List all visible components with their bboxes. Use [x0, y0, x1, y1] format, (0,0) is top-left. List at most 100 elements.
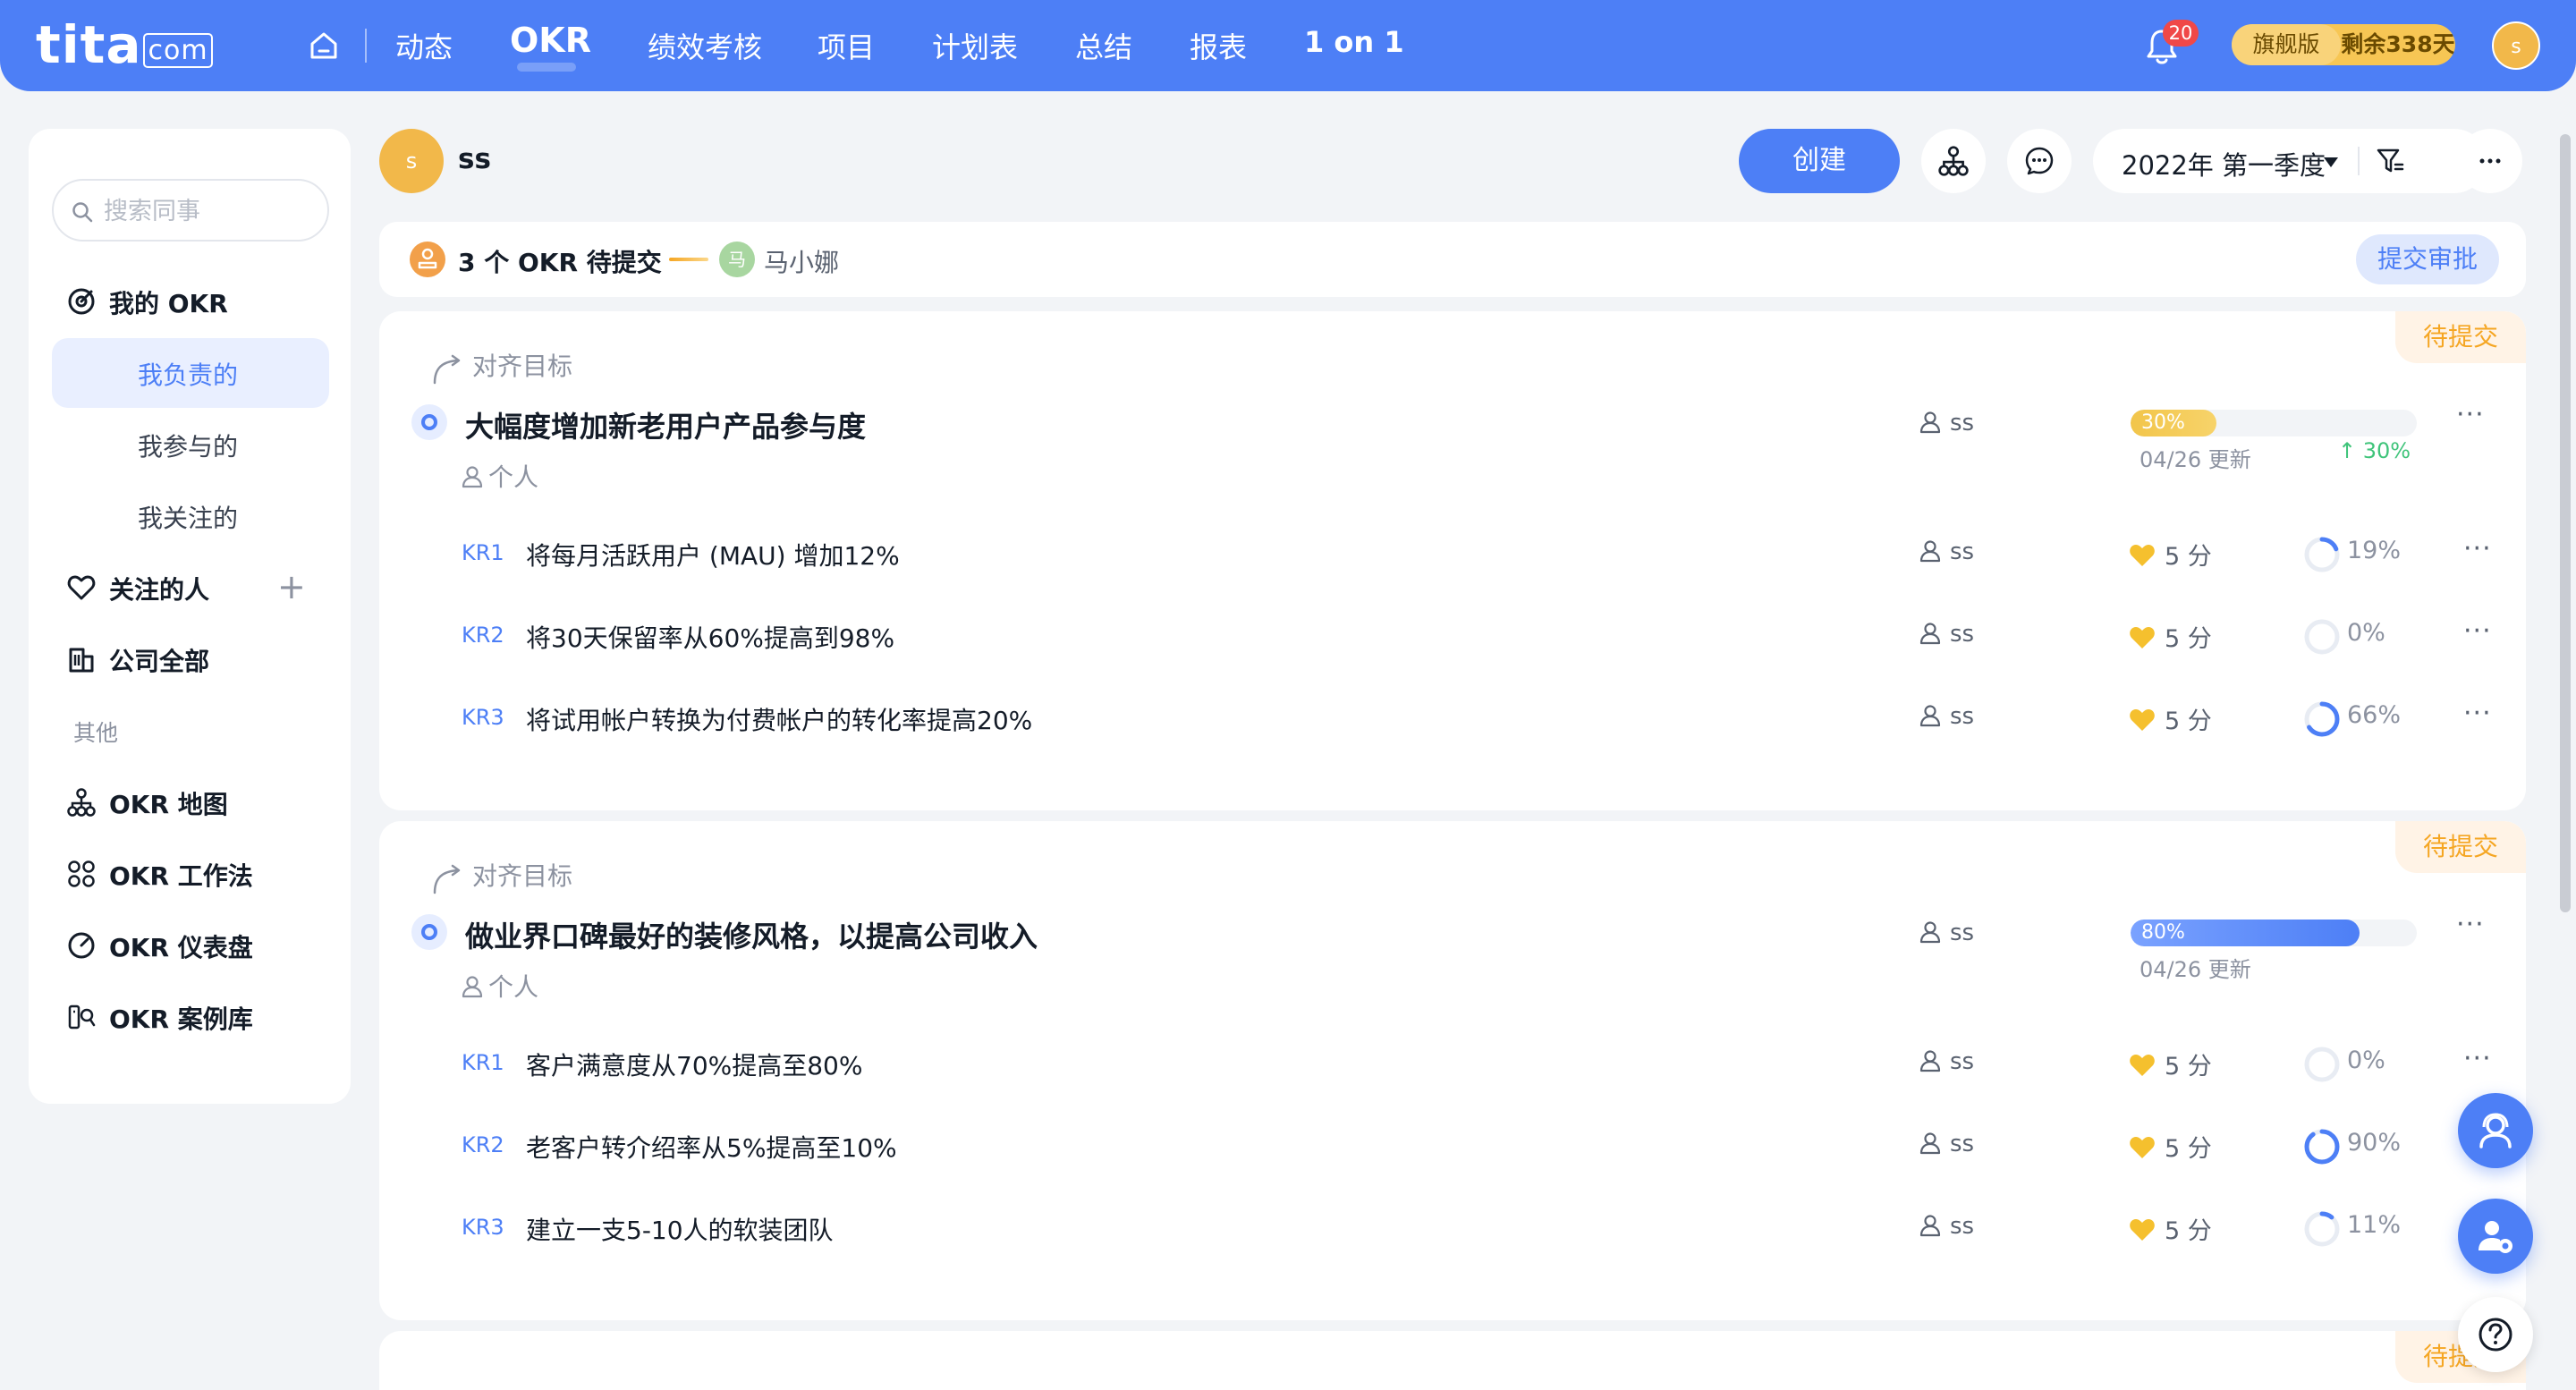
nav-projects[interactable]: 项目: [818, 25, 875, 66]
objective-title[interactable]: 做业界口碑最好的装修风格，以提高公司收入: [465, 914, 1038, 955]
kr-more-icon[interactable]: ···: [2463, 533, 2492, 564]
kr-progress-ring: [2304, 1047, 2340, 1082]
case-library-icon: [68, 1004, 96, 1030]
approver-name: 马小娜: [764, 248, 840, 277]
nav-performance[interactable]: 绩效考核: [648, 25, 762, 66]
scrollbar[interactable]: [2560, 134, 2571, 912]
key-result-row[interactable]: KR3 将试用帐户转换为付费帐户的转化率提高20% ss 5 分 66% ···: [379, 692, 2526, 746]
edition-badge[interactable]: 旗舰版 剩余338天: [2232, 24, 2455, 65]
nav-feed[interactable]: 动态: [395, 25, 453, 66]
key-result-row[interactable]: KR1 将每月活跃用户 (MAU) 增加12% ss 5 分 19% ···: [379, 528, 2526, 581]
key-result-row[interactable]: KR2 将30天保留率从60%提高到98% ss 5 分 0% ···: [379, 610, 2526, 664]
kr-more-icon[interactable]: ···: [2463, 1043, 2492, 1074]
owner-name: ss: [1950, 1131, 1975, 1157]
align-arrow-icon: [433, 354, 461, 385]
top-nav-bar: tita com 动态 OKR 绩效考核 项目 计划表 总结 报表 1 on 1 …: [0, 0, 2576, 91]
user-gear-icon: [2479, 1221, 2512, 1253]
support-button[interactable]: [2458, 1093, 2533, 1168]
okr-owner-avatar[interactable]: s: [379, 129, 444, 193]
sidebar-company-all[interactable]: 公司全部: [29, 624, 351, 694]
kr-score[interactable]: 5 分: [2129, 701, 2212, 736]
okr-card: 待提交 对齐目标 大幅度增加新老用户产品参与度 个人 ss 30% 04/26 …: [379, 311, 2526, 810]
nav-reports[interactable]: 报表: [1190, 25, 1247, 66]
owner-name: ss: [1950, 621, 1975, 648]
nav-summary[interactable]: 总结: [1075, 25, 1132, 66]
search-input[interactable]: [102, 193, 317, 229]
sidebar-okr-method[interactable]: OKR 工作法: [29, 839, 351, 909]
org-chart-button[interactable]: [1921, 129, 1986, 193]
nav-plans[interactable]: 计划表: [932, 25, 1018, 66]
flow-arrow: [669, 258, 708, 261]
user-settings-button[interactable]: [2458, 1199, 2533, 1274]
objective-title[interactable]: 大幅度增加新老用户产品参与度: [465, 404, 866, 445]
kr-more-icon[interactable]: ···: [2463, 698, 2492, 729]
objective-owner[interactable]: ss: [1919, 410, 1974, 436]
owner-name: ss: [1950, 703, 1975, 730]
help-button[interactable]: [2458, 1297, 2533, 1372]
kr-score[interactable]: 5 分: [2129, 619, 2212, 654]
kr-title[interactable]: 建立一支5-10人的软装团队: [526, 1211, 834, 1247]
kr-owner[interactable]: ss: [1919, 703, 1974, 730]
kr-percent: 11%: [2347, 1211, 2402, 1239]
sidebar-item-participating[interactable]: 我参与的: [52, 410, 351, 479]
kr-title[interactable]: 将30天保留率从60%提高到98%: [526, 619, 894, 655]
kr-title[interactable]: 客户满意度从70%提高至80%: [526, 1047, 862, 1082]
objective-type-label: 个人: [488, 972, 539, 1002]
user-avatar[interactable]: s: [2492, 21, 2540, 70]
sidebar-item-responsible[interactable]: 我负责的: [52, 338, 329, 408]
kr-tag: KR3: [462, 705, 504, 730]
kr-owner[interactable]: ss: [1919, 1131, 1974, 1157]
sidebar-item-label: 我参与的: [138, 432, 239, 462]
kr-title[interactable]: 老客户转介绍率从5%提高至10%: [526, 1129, 897, 1165]
filter-icon[interactable]: [2374, 145, 2406, 177]
objective-more-icon[interactable]: ···: [2456, 909, 2485, 940]
sidebar-item-following[interactable]: 我关注的: [52, 481, 351, 551]
kr-owner[interactable]: ss: [1919, 538, 1974, 565]
home-icon[interactable]: [307, 29, 341, 63]
tita-logo[interactable]: tita com: [36, 14, 213, 75]
objective-progress-bar: 30%: [2131, 410, 2417, 436]
create-button[interactable]: 创建: [1739, 129, 1900, 193]
more-button[interactable]: [2458, 129, 2522, 193]
sidebar-okr-map[interactable]: OKR 地图: [29, 767, 351, 837]
submit-approval-button[interactable]: 提交审批: [2356, 234, 2499, 284]
sidebar-tool-label: OKR 地图: [109, 790, 228, 819]
kr-score-value: 5 分: [2165, 1053, 2212, 1081]
kr-score[interactable]: 5 分: [2129, 1211, 2212, 1246]
key-result-row[interactable]: KR2 老客户转介绍率从5%提高至10% ss 5 分 90%: [379, 1120, 2526, 1174]
nav-one-on-one[interactable]: 1 on 1: [1304, 25, 1404, 59]
sidebar-group-others: 其他: [73, 720, 119, 746]
sidebar: 我的 OKR 我负责的 我参与的 我关注的 关注的人 + 公司全部 其他 OKR…: [29, 129, 351, 1104]
kr-owner[interactable]: ss: [1919, 1213, 1974, 1240]
objective-owner[interactable]: ss: [1919, 920, 1974, 946]
objective-more-icon[interactable]: ···: [2456, 399, 2485, 430]
okr-owner-name: ss: [458, 143, 491, 175]
status-badge: 待提交: [2395, 311, 2526, 363]
owner-name: ss: [1950, 1048, 1975, 1075]
kr-more-icon[interactable]: ···: [2463, 615, 2492, 647]
sidebar-okr-dashboard[interactable]: OKR 仪表盘: [29, 911, 351, 980]
kr-title[interactable]: 将每月活跃用户 (MAU) 增加12%: [526, 537, 900, 572]
period-select[interactable]: 2022年 第一季度: [2093, 129, 2487, 193]
sidebar-my-okr[interactable]: 我的 OKR: [29, 267, 351, 336]
kr-score[interactable]: 5 分: [2129, 1047, 2212, 1081]
kr-owner[interactable]: ss: [1919, 621, 1974, 648]
kr-owner[interactable]: ss: [1919, 1048, 1974, 1075]
add-follow-icon[interactable]: +: [277, 567, 306, 606]
kr-score[interactable]: 5 分: [2129, 1129, 2212, 1164]
key-result-row[interactable]: KR3 建立一支5-10人的软装团队 ss 5 分 11%: [379, 1202, 2526, 1256]
sidebar-okr-cases[interactable]: OKR 案例库: [29, 982, 351, 1052]
objective-type-label: 个人: [488, 462, 539, 492]
align-arrow-icon: [433, 864, 461, 894]
ring-track: [2304, 1047, 2340, 1082]
kr-score[interactable]: 5 分: [2129, 537, 2212, 572]
search-box[interactable]: [52, 179, 329, 242]
kr-title[interactable]: 将试用帐户转换为付费帐户的转化率提高20%: [526, 701, 1032, 737]
key-result-row[interactable]: KR1 客户满意度从70%提高至80% ss 5 分 0% ···: [379, 1038, 2526, 1091]
comment-button[interactable]: [2007, 129, 2072, 193]
sidebar-followed-people[interactable]: 关注的人 +: [29, 553, 351, 623]
kr-percent: 0%: [2347, 619, 2385, 647]
user-icon: [1919, 705, 1941, 727]
nav-okr[interactable]: OKR: [510, 21, 591, 60]
heart-score-icon: [2130, 1055, 2155, 1076]
